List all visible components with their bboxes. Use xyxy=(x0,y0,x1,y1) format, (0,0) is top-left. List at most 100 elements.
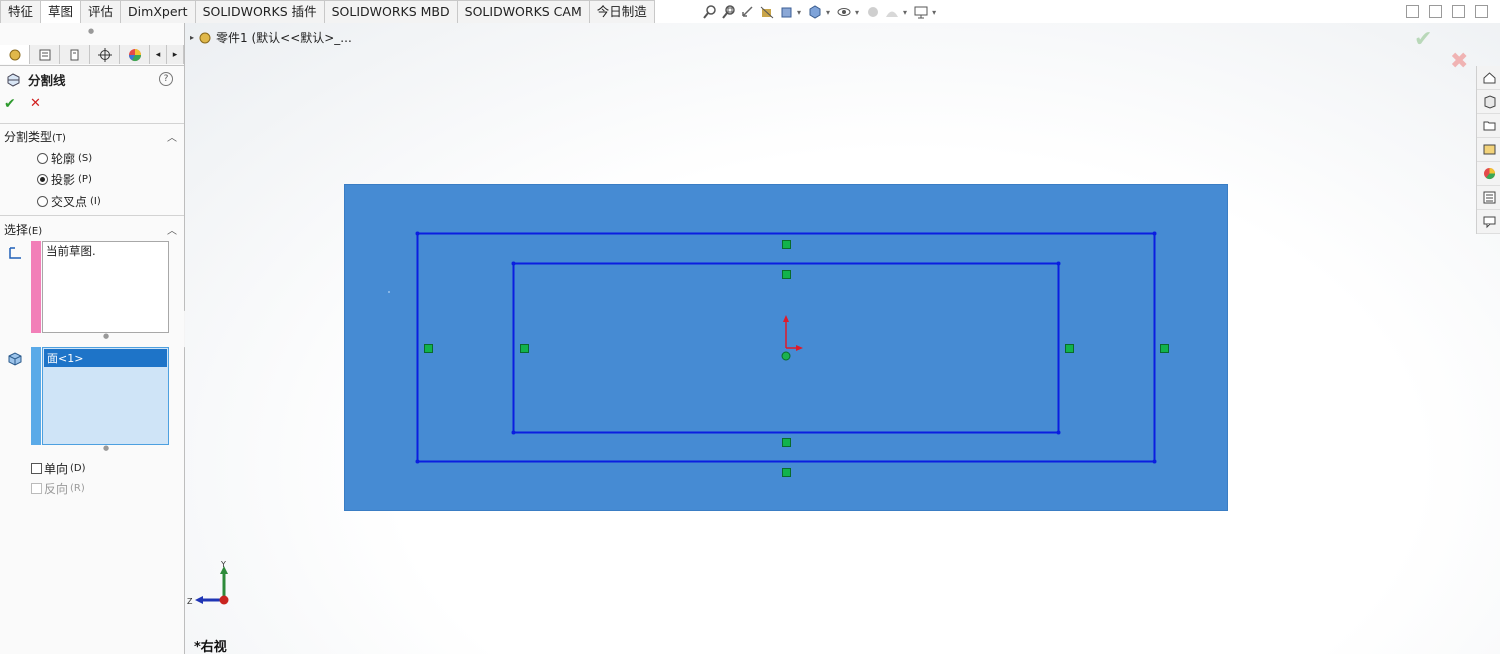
feature-title: 分割线 xyxy=(6,70,66,89)
feature-manager-tab[interactable] xyxy=(0,45,30,64)
design-library-tab[interactable] xyxy=(1477,90,1500,114)
edit-appearance-icon[interactable] xyxy=(865,4,881,20)
vertical-relation-icon[interactable] xyxy=(1065,344,1074,353)
restore-icon[interactable] xyxy=(1452,5,1465,18)
split-type-title: 分割类型 xyxy=(4,130,53,144)
solidworks-resources-tab[interactable] xyxy=(1477,66,1500,90)
vertical-relation-icon[interactable] xyxy=(520,344,529,353)
apply-scene-dropdown-icon[interactable]: ▾ xyxy=(903,8,907,17)
folder-icon xyxy=(1483,121,1495,131)
section-view-icon[interactable] xyxy=(759,4,775,20)
single-direction-checkbox[interactable]: 单向 (D) xyxy=(31,460,86,477)
display-style-icon[interactable] xyxy=(807,4,823,20)
radio-button[interactable] xyxy=(37,153,48,164)
property-list-icon xyxy=(39,49,50,60)
checkbox xyxy=(31,483,42,494)
horizontal-relation-icon[interactable] xyxy=(782,438,791,447)
checkbox-accel: (D) xyxy=(70,463,86,474)
sketch-selection-item[interactable]: 当前草图. xyxy=(43,242,168,260)
hide-show-dropdown-icon[interactable]: ▾ xyxy=(855,8,859,17)
radio-intersection[interactable]: 交叉点 (I) xyxy=(37,193,101,210)
property-manager-tab[interactable] xyxy=(30,45,60,64)
radio-button[interactable] xyxy=(37,174,48,185)
chat-icon xyxy=(1483,216,1495,229)
breadcrumb[interactable]: ▸ 零件1 (默认<<默认>_... xyxy=(190,29,352,46)
resize-grip-icon[interactable]: ● xyxy=(103,332,109,340)
zoom-to-area-icon[interactable] xyxy=(721,4,737,20)
view-settings-dropdown-icon[interactable]: ▾ xyxy=(932,8,936,17)
file-explorer-tab[interactable] xyxy=(1477,114,1500,138)
hide-show-items-icon[interactable] xyxy=(836,4,852,20)
forum-tab[interactable] xyxy=(1477,210,1500,234)
previous-view-icon[interactable] xyxy=(740,4,756,20)
configuration-manager-tab[interactable] xyxy=(60,45,90,64)
view-settings-icon[interactable] xyxy=(913,4,929,20)
radio-accel: (S) xyxy=(78,153,93,164)
selected-face[interactable] xyxy=(344,184,1228,511)
resize-grip-icon[interactable]: ● xyxy=(103,444,109,452)
manager-tabs: ◂ ▸ xyxy=(0,45,184,66)
panel-grip-icon[interactable]: ● xyxy=(88,27,94,35)
property-manager-panel: ● ◂ ▸ 分割线 ? ✔ ✕ 分割类型(T) ︿ 轮廓 (S) 投影 (P) 交叉… xyxy=(0,23,185,654)
tab-dimxpert[interactable]: DimXpert xyxy=(121,0,196,24)
tab-today-manufacturing[interactable]: 今日制造 xyxy=(589,0,655,24)
view-palette-tab[interactable] xyxy=(1477,138,1500,162)
radio-projection[interactable]: 投影 (P) xyxy=(37,171,92,188)
zoom-to-fit-icon[interactable] xyxy=(702,4,718,20)
horizontal-relation-icon[interactable] xyxy=(782,270,791,279)
face-selection-item[interactable]: 面<1> xyxy=(44,349,167,367)
vertical-relation-icon[interactable] xyxy=(1160,344,1169,353)
library-icon xyxy=(1484,95,1495,109)
tab-solidworks-addins[interactable]: SOLIDWORKS 插件 xyxy=(195,0,325,24)
confirm-ok-icon[interactable]: ✔ xyxy=(1414,27,1432,52)
tab-evaluate[interactable]: 评估 xyxy=(81,0,122,24)
face-selection-box[interactable]: 面<1> xyxy=(42,347,169,445)
tab-solidworks-cam[interactable]: SOLIDWORKS CAM xyxy=(457,0,590,24)
sketch-selection-color-bar xyxy=(31,241,41,333)
task-pane-tabs xyxy=(1476,66,1500,234)
heads-up-view-toolbar: ▾ ▾ ▾ ▾ ▾ xyxy=(702,4,939,20)
ok-button[interactable]: ✔ xyxy=(4,96,16,112)
cancel-button[interactable]: ✕ xyxy=(30,96,41,111)
radio-silhouette[interactable]: 轮廓 (S) xyxy=(37,150,92,167)
view-orientation-dropdown-icon[interactable]: ▾ xyxy=(797,8,801,17)
radio-button[interactable] xyxy=(37,196,48,207)
face-selection-icon xyxy=(8,352,22,366)
view-orientation-icon[interactable] xyxy=(778,4,794,20)
tab-solidworks-mbd[interactable]: SOLIDWORKS MBD xyxy=(324,0,458,24)
expand-tree-icon[interactable]: ▸ xyxy=(190,33,194,42)
close-window-icon[interactable] xyxy=(1475,5,1488,18)
split-type-group-title[interactable]: 分割类型(T) xyxy=(4,128,66,145)
tile-icon[interactable] xyxy=(1406,5,1419,18)
checkbox-accel: (R) xyxy=(70,483,85,494)
display-style-dropdown-icon[interactable]: ▾ xyxy=(826,8,830,17)
tab-features[interactable]: 特征 xyxy=(0,0,42,24)
selection-accel: (E) xyxy=(28,226,43,237)
view-palette-icon xyxy=(1483,144,1495,155)
checkbox-label: 单向 xyxy=(44,462,69,476)
horizontal-relation-icon[interactable] xyxy=(782,240,791,249)
sketch-selection-box[interactable]: 当前草图. xyxy=(42,241,169,333)
maximize-icon[interactable] xyxy=(1429,5,1442,18)
collapse-selection-icon[interactable]: ︿ xyxy=(167,222,177,237)
scroll-right-icon[interactable]: ▸ xyxy=(167,45,184,64)
dimxpert-manager-tab[interactable] xyxy=(90,45,120,64)
feature-title-text: 分割线 xyxy=(28,73,66,88)
apply-scene-icon[interactable] xyxy=(884,4,900,20)
divider xyxy=(0,123,184,124)
help-icon[interactable]: ? xyxy=(159,72,173,86)
reverse-direction-checkbox: 反向 (R) xyxy=(31,480,85,497)
selection-group-title[interactable]: 选择(E) xyxy=(4,221,42,238)
appearances-tab[interactable] xyxy=(1477,162,1500,186)
confirm-cancel-icon[interactable]: ✖ xyxy=(1450,49,1468,74)
collapse-split-type-icon[interactable]: ︿ xyxy=(167,129,177,144)
tab-sketch[interactable]: 草图 xyxy=(41,0,82,24)
part-icon xyxy=(199,32,211,43)
scroll-left-icon[interactable]: ◂ xyxy=(150,45,167,64)
checkbox[interactable] xyxy=(31,463,42,474)
vertical-relation-icon[interactable] xyxy=(424,344,433,353)
properties-icon xyxy=(1483,191,1495,204)
horizontal-relation-icon[interactable] xyxy=(782,468,791,477)
custom-properties-tab[interactable] xyxy=(1477,186,1500,210)
display-manager-tab[interactable] xyxy=(120,45,150,64)
